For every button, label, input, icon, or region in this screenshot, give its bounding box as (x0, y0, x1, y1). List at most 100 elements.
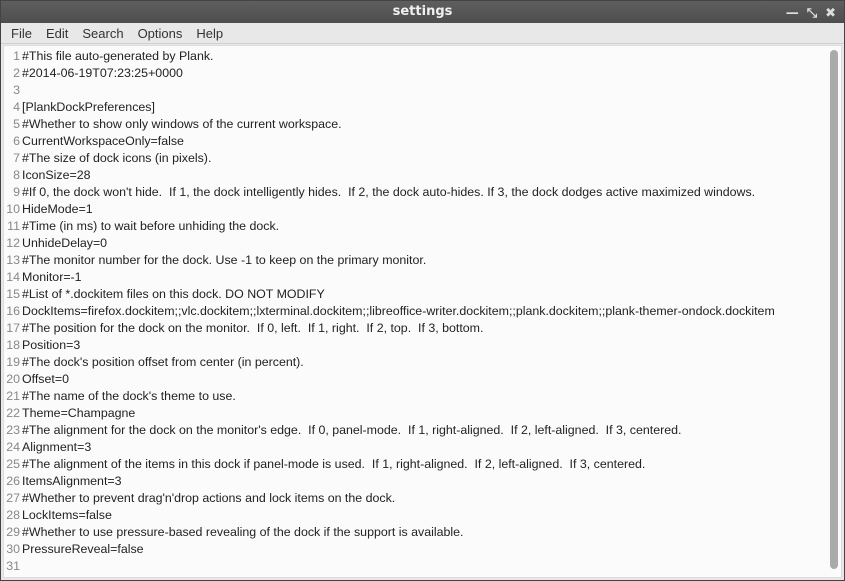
text-line[interactable]: 7 #The size of dock icons (in pixels). (4, 150, 841, 167)
text-line[interactable]: 1 #This file auto-generated by Plank. (4, 48, 841, 65)
line-text: #Whether to use pressure-based revealing… (22, 525, 464, 539)
text-line[interactable]: 19 #The dock's position offset from cente… (4, 354, 841, 371)
line-text: Alignment=3 (22, 440, 92, 454)
text-line[interactable]: 23 #The alignment for the dock on the mon… (4, 422, 841, 439)
line-text: UnhideDelay=0 (22, 236, 108, 250)
line-number: 22 (6, 406, 20, 420)
text-line[interactable]: 6 CurrentWorkspaceOnly=false (4, 133, 841, 150)
text-line[interactable]: 14 Monitor=-1 (4, 269, 841, 286)
line-number: 11 (7, 219, 20, 233)
text-line[interactable]: 22 Theme=Champagne (4, 405, 841, 422)
line-text: DockItems=firefox.dockitem;;vlc.dockitem… (22, 304, 775, 318)
line-number: 28 (6, 508, 20, 522)
line-number: 7 (13, 151, 20, 165)
line-number: 16 (6, 304, 20, 318)
line-number: 31 (6, 559, 20, 573)
text-line[interactable]: 4 [PlankDockPreferences] (4, 99, 841, 116)
line-number: 4 (13, 100, 20, 114)
window-title: settings (392, 4, 453, 19)
text-line[interactable]: 10 HideMode=1 (4, 201, 841, 218)
line-number: 23 (6, 423, 20, 437)
line-text: Offset=0 (22, 372, 69, 386)
text-line[interactable]: 21 #The name of the dock's theme to use. (4, 388, 841, 405)
line-number: 12 (6, 236, 20, 250)
line-text: PressureReveal=false (22, 542, 144, 556)
text-line[interactable]: 15 #List of *.dockitem files on this dock… (4, 286, 841, 303)
line-number: 30 (6, 542, 20, 556)
line-text: ItemsAlignment=3 (22, 474, 122, 488)
text-line[interactable]: 8 IconSize=28 (4, 167, 841, 184)
line-text: HideMode=1 (22, 202, 93, 216)
line-number: 8 (13, 168, 20, 182)
text-line[interactable]: 27 #Whether to prevent drag'n'drop action… (4, 490, 841, 507)
line-text: #The dock's position offset from center … (22, 355, 304, 369)
text-line[interactable]: 12 UnhideDelay=0 (4, 235, 841, 252)
line-number: 19 (6, 355, 20, 369)
line-text: #If 0, the dock won't hide. If 1, the do… (22, 185, 756, 199)
menu-options[interactable]: Options (138, 26, 183, 41)
line-number: 13 (6, 253, 20, 267)
line-number: 27 (6, 491, 20, 505)
text-line[interactable]: 26 ItemsAlignment=3 (4, 473, 841, 490)
menu-help[interactable]: Help (196, 26, 223, 41)
text-line[interactable]: 17 #The position for the dock on the moni… (4, 320, 841, 337)
text-line[interactable]: 9 #If 0, the dock won't hide. If 1, the d… (4, 184, 841, 201)
text-line[interactable]: 2 #2014-06-19T07:23:25+0000 (4, 65, 841, 82)
line-text: #The name of the dock's theme to use. (22, 389, 236, 403)
line-text: [PlankDockPreferences] (22, 100, 155, 114)
text-line[interactable]: 11 #Time (in ms) to wait before unhiding … (4, 218, 841, 235)
line-number: 29 (6, 525, 20, 539)
text-line[interactable]: 30 PressureReveal=false (4, 541, 841, 558)
line-number: 1 (13, 49, 20, 63)
text-editor[interactable]: 1 #This file auto-generated by Plank. 2 #20… (3, 45, 842, 578)
line-number: 3 (13, 83, 20, 97)
line-number: 10 (6, 202, 20, 216)
line-number: 5 (13, 117, 20, 131)
text-line[interactable]: 29 #Whether to use pressure-based reveali… (4, 524, 841, 541)
line-number: 6 (13, 134, 20, 148)
text-line[interactable]: 28 LockItems=false (4, 507, 841, 524)
text-line[interactable]: 16 DockItems=firefox.dockitem;;vlc.dockit… (4, 303, 841, 320)
text-line[interactable]: 31 (4, 558, 841, 575)
text-line[interactable]: 3 (4, 82, 841, 99)
minimize-icon[interactable]: — (786, 3, 799, 25)
text-line[interactable]: 18 Position=3 (4, 337, 841, 354)
text-line[interactable]: 24 Alignment=3 (4, 439, 841, 456)
line-text: #The alignment of the items in this dock… (22, 457, 646, 471)
vertical-scrollbar[interactable] (830, 50, 838, 569)
line-text: #This file auto-generated by Plank. (22, 49, 214, 63)
editor-window: settings — ⤡ ✖ File Edit Search Options … (0, 0, 845, 581)
line-number: 14 (6, 270, 20, 284)
line-text: #The alignment for the dock on the monit… (22, 423, 682, 437)
line-text: #The monitor number for the dock. Use -1… (22, 253, 427, 267)
line-text: Theme=Champagne (22, 406, 136, 420)
line-number: 17 (6, 321, 20, 335)
text-line[interactable]: 13 #The monitor number for the dock. Use … (4, 252, 841, 269)
menu-edit[interactable]: Edit (46, 26, 68, 41)
line-number: 21 (6, 389, 20, 403)
line-text: LockItems=false (22, 508, 112, 522)
line-text: #List of *.dockitem files on this dock. … (22, 287, 325, 301)
line-text: #The size of dock icons (in pixels). (22, 151, 212, 165)
line-text: IconSize=28 (22, 168, 91, 182)
text-line[interactable]: 25 #The alignment of the items in this do… (4, 456, 841, 473)
title-bar[interactable]: settings — ⤡ ✖ (1, 1, 844, 23)
menu-search[interactable]: Search (82, 26, 123, 41)
line-text: #Time (in ms) to wait before unhiding th… (22, 219, 280, 233)
line-number: 2 (13, 66, 20, 80)
line-text: #Whether to prevent drag'n'drop actions … (22, 491, 396, 505)
line-text: #The position for the dock on the monito… (22, 321, 484, 335)
menu-file[interactable]: File (11, 26, 32, 41)
line-number: 25 (6, 457, 20, 471)
line-number: 9 (13, 185, 20, 199)
line-number: 15 (6, 287, 20, 301)
maximize-icon[interactable]: ⤡ (807, 3, 817, 25)
line-number: 20 (6, 372, 20, 386)
text-line[interactable]: 5 #Whether to show only windows of the cu… (4, 116, 841, 133)
text-line[interactable]: 20 Offset=0 (4, 371, 841, 388)
close-icon[interactable]: ✖ (825, 3, 836, 25)
line-number: 24 (6, 440, 20, 454)
line-number: 18 (6, 338, 20, 352)
line-text: Position=3 (22, 338, 81, 352)
line-text: Monitor=-1 (22, 270, 82, 284)
